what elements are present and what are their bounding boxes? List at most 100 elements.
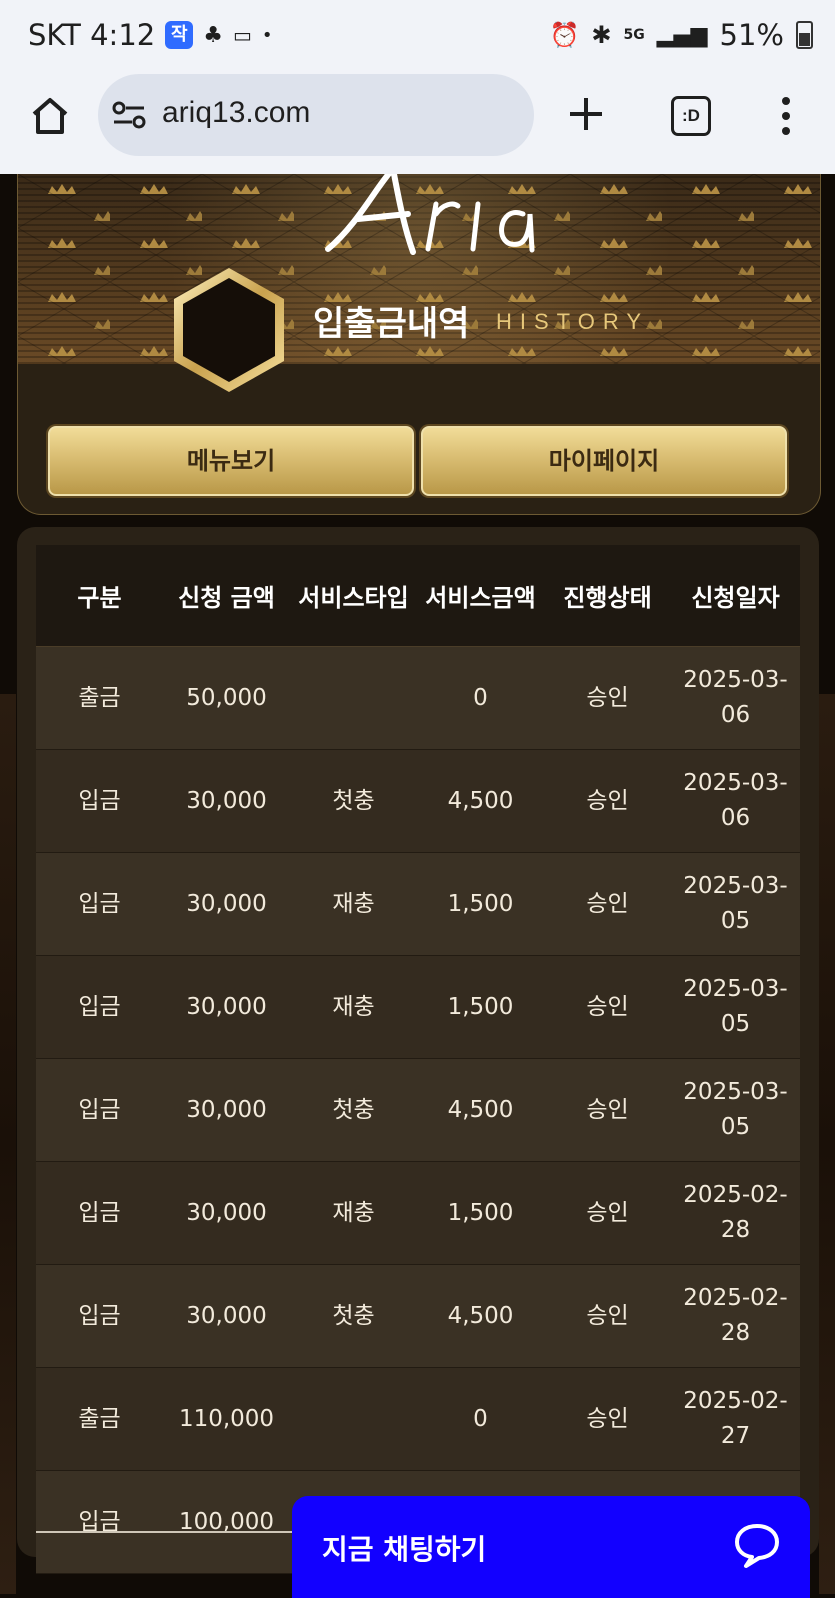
chat-label: 지금 채팅하기 bbox=[322, 1533, 487, 1566]
alarm-icon: ⏰ bbox=[549, 21, 580, 49]
home-icon[interactable] bbox=[28, 94, 72, 138]
side-decoration-left bbox=[0, 694, 16, 1594]
new-tab-icon[interactable] bbox=[566, 94, 606, 134]
service-amount-cell: 0 bbox=[417, 646, 544, 750]
network-icon: 5G bbox=[623, 27, 645, 43]
side-decoration-right bbox=[819, 694, 835, 1594]
bluetooth-icon: ✱ bbox=[591, 21, 612, 49]
status-cell: 승인 bbox=[544, 1367, 671, 1471]
site-settings-icon[interactable] bbox=[112, 100, 146, 130]
type-cell: 출금 bbox=[36, 1367, 163, 1471]
amount-cell: 30,000 bbox=[163, 1161, 290, 1265]
date-cell: 2025-03-05 bbox=[671, 1058, 800, 1162]
app-badge-icon: 작 bbox=[165, 21, 194, 49]
date-cell: 2025-02-27 bbox=[671, 1367, 800, 1471]
service-amount-cell: 4,500 bbox=[417, 749, 544, 853]
aria-logo bbox=[325, 174, 535, 255]
status-cell: 승인 bbox=[544, 1161, 671, 1265]
date-cell: 2025-02-28 bbox=[671, 1161, 800, 1265]
chat-bubble-icon bbox=[735, 1524, 779, 1568]
column-header: 진행상태 bbox=[544, 545, 671, 647]
browser-toolbar: ariq13.com :D bbox=[0, 74, 835, 174]
table-row: 출금 50,000 0 승인 2025-03-06 bbox=[36, 646, 800, 750]
table-row: 출금 110,000 0 승인 2025-02-27 bbox=[36, 1367, 800, 1471]
table-row: 입금 30,000 재충 1,500 승인 2025-03-05 bbox=[36, 852, 800, 956]
type-cell: 입금 bbox=[36, 955, 163, 1059]
service-type-cell: 재충 bbox=[290, 955, 417, 1059]
date-cell: 2025-03-06 bbox=[671, 646, 800, 750]
more-menu-icon[interactable] bbox=[780, 96, 792, 136]
service-amount-cell: 1,500 bbox=[417, 1161, 544, 1265]
service-amount-cell: 1,500 bbox=[417, 955, 544, 1059]
column-header: 서비스금액 bbox=[417, 545, 544, 647]
amount-cell: 50,000 bbox=[163, 646, 290, 750]
tabs-switcher-icon[interactable]: :D bbox=[671, 96, 711, 136]
history-card: 구분 신청 금액 서비스타입 서비스금액 진행상태 신청일자 출금 50,000 0 승인 202… bbox=[17, 527, 819, 1574]
status-left: SKT 4:12 작 ♣ ▭ • bbox=[28, 18, 273, 52]
amount-cell: 100,000 bbox=[163, 1470, 290, 1574]
column-header: 신청 금액 bbox=[163, 545, 290, 647]
status-right: ⏰ ✱ 5G ▂▄▆ 51% bbox=[550, 18, 813, 52]
date-cell: 2025-03-05 bbox=[671, 852, 800, 956]
type-cell: 출금 bbox=[36, 646, 163, 750]
type-cell: 입금 bbox=[36, 1161, 163, 1265]
battery-percent: 51% bbox=[719, 18, 784, 52]
service-type-cell: 재충 bbox=[290, 1161, 417, 1265]
date-cell: 2025-02-28 bbox=[671, 1264, 800, 1368]
status-cell: 승인 bbox=[544, 955, 671, 1059]
type-cell: 입금 bbox=[36, 1470, 163, 1574]
column-header: 구분 bbox=[36, 545, 163, 647]
amount-cell: 30,000 bbox=[163, 852, 290, 956]
column-header: 서비스타입 bbox=[290, 545, 417, 647]
history-table: 구분 신청 금액 서비스타입 서비스금액 진행상태 신청일자 출금 50,000 0 승인 202… bbox=[36, 545, 800, 1574]
type-cell: 입금 bbox=[36, 1264, 163, 1368]
page-subtitle: HISTORY bbox=[496, 309, 649, 334]
table-row: 입금 30,000 첫충 4,500 승인 2025-02-28 bbox=[36, 1264, 800, 1368]
service-amount-cell: 0 bbox=[417, 1367, 544, 1471]
chat-button[interactable]: 지금 채팅하기 bbox=[292, 1496, 810, 1598]
status-cell: 승인 bbox=[544, 852, 671, 956]
type-cell: 입금 bbox=[36, 852, 163, 956]
column-header: 신청일자 bbox=[671, 545, 800, 647]
status-bar: SKT 4:12 작 ♣ ▭ • ⏰ ✱ 5G ▂▄▆ 51% bbox=[0, 0, 835, 74]
status-cell: 승인 bbox=[544, 1058, 671, 1162]
page-content: 입출금내역 HISTORY 메뉴보기 마이페이지 구분 신청 금액 서비스타입 서비스… bbox=[0, 174, 835, 1598]
page-title: 입출금내역 bbox=[313, 304, 470, 344]
signal-icon: ▂▄▆ bbox=[656, 22, 708, 48]
service-type-cell: 첫충 bbox=[290, 749, 417, 853]
notification-icon: ♣ bbox=[203, 22, 223, 48]
mypage-button[interactable]: 마이페이지 bbox=[421, 426, 787, 496]
service-amount-cell: 1,500 bbox=[417, 852, 544, 956]
date-cell: 2025-03-05 bbox=[671, 955, 800, 1059]
amount-cell: 110,000 bbox=[163, 1367, 290, 1471]
date-cell: 2025-03-06 bbox=[671, 749, 800, 853]
service-amount-cell: 4,500 bbox=[417, 1264, 544, 1368]
carrier-time: SKT 4:12 bbox=[28, 18, 156, 52]
amount-cell: 30,000 bbox=[163, 1264, 290, 1368]
service-type-cell bbox=[290, 646, 417, 750]
amount-cell: 30,000 bbox=[163, 749, 290, 853]
service-type-cell: 재충 bbox=[290, 852, 417, 956]
service-amount-cell: 4,500 bbox=[417, 1058, 544, 1162]
menu-button[interactable]: 메뉴보기 bbox=[48, 426, 414, 496]
url-text[interactable]: ariq13.com bbox=[162, 96, 310, 130]
service-type-cell: 첫충 bbox=[290, 1264, 417, 1368]
hexagon-emblem-icon bbox=[174, 268, 284, 392]
table-body: 출금 50,000 0 승인 2025-03-06 입금 30,000 첫충 4,500 승인 20… bbox=[36, 646, 800, 1574]
battery-icon bbox=[796, 21, 813, 49]
service-type-cell bbox=[290, 1367, 417, 1471]
more-notifications-icon: • bbox=[261, 24, 273, 46]
table-row: 입금 30,000 재충 1,500 승인 2025-03-05 bbox=[36, 955, 800, 1059]
voicemail-icon: ▭ bbox=[232, 23, 252, 47]
status-cell: 승인 bbox=[544, 749, 671, 853]
table-header-row: 구분 신청 금액 서비스타입 서비스금액 진행상태 신청일자 bbox=[36, 545, 800, 647]
status-cell: 승인 bbox=[544, 646, 671, 750]
status-cell: 승인 bbox=[544, 1264, 671, 1368]
type-cell: 입금 bbox=[36, 749, 163, 853]
type-cell: 입금 bbox=[36, 1058, 163, 1162]
header-panel: 입출금내역 HISTORY 메뉴보기 마이페이지 bbox=[17, 174, 821, 515]
table-row: 입금 30,000 첫충 4,500 승인 2025-03-06 bbox=[36, 749, 800, 853]
amount-cell: 30,000 bbox=[163, 955, 290, 1059]
service-type-cell: 첫충 bbox=[290, 1058, 417, 1162]
table-row: 입금 30,000 첫충 4,500 승인 2025-03-05 bbox=[36, 1058, 800, 1162]
